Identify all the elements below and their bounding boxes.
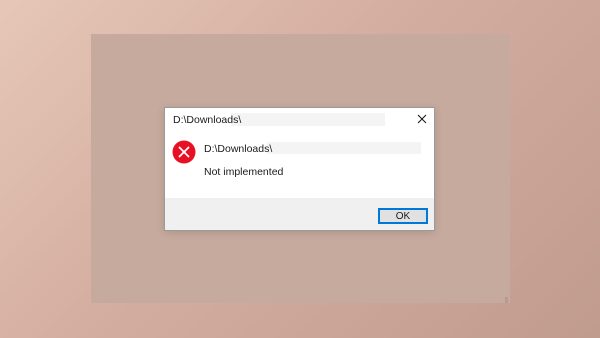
dialog-titlebar: D:\Downloads\ (165, 108, 434, 130)
ok-button[interactable]: OK (378, 208, 428, 224)
error-message: Not implemented (204, 166, 284, 178)
error-dialog: D:\Downloads\ D:\Downloads\ Not implemen… (164, 107, 435, 231)
path-highlight (267, 142, 421, 154)
path-label: D:\Downloads\ (204, 143, 273, 155)
dialog-title: D:\Downloads\ (173, 114, 242, 126)
title-highlight (231, 113, 385, 126)
dialog-footer: OK (165, 198, 434, 230)
close-button[interactable] (413, 111, 431, 127)
backdrop-notch (505, 297, 508, 303)
close-icon (417, 114, 427, 124)
error-icon (172, 140, 196, 164)
